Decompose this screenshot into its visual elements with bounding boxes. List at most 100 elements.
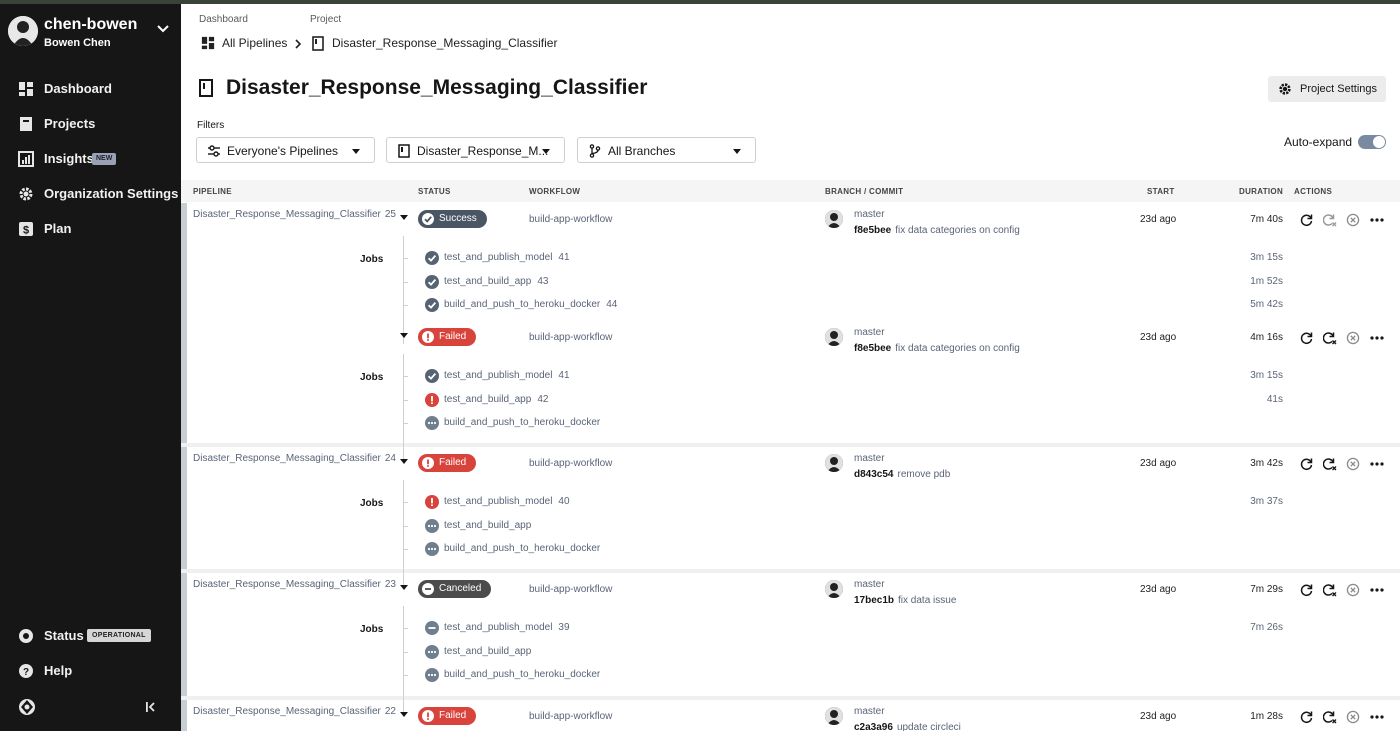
workflow-link[interactable]: build-app-workflow xyxy=(529,458,612,469)
start-time: 23d ago xyxy=(1140,214,1177,225)
branch-name[interactable]: master xyxy=(854,706,885,717)
job-link[interactable]: test_and_publish_model 41 xyxy=(444,370,570,381)
more-icon[interactable] xyxy=(1370,457,1384,471)
top-accent-line xyxy=(0,0,1400,4)
workflow-duration: 7m 29s xyxy=(1250,584,1283,595)
workflow-link[interactable]: build-app-workflow xyxy=(529,214,612,225)
gear-icon xyxy=(1279,83,1291,95)
expand-workflow-toggle[interactable] xyxy=(400,458,408,466)
caret-down-icon xyxy=(733,149,741,154)
commit-info: c2a3a96 update circleci xyxy=(854,722,961,731)
job-link[interactable]: build_and_push_to_heroku_docker xyxy=(444,417,606,428)
job-link[interactable]: test_and_build_app 43 xyxy=(444,276,548,287)
gear-icon xyxy=(19,187,33,201)
job-link[interactable]: test_and_publish_model 40 xyxy=(444,496,570,507)
rerun-failed-icon[interactable] xyxy=(1322,331,1337,345)
more-icon[interactable] xyxy=(1370,331,1384,345)
sidebar-item-status[interactable]: Status OPERATIONAL xyxy=(0,621,181,651)
rerun-failed-icon[interactable] xyxy=(1322,710,1337,724)
rerun-failed-icon[interactable] xyxy=(1322,583,1337,597)
more-icon[interactable] xyxy=(1370,213,1384,227)
job-link[interactable]: test_and_publish_model 41 xyxy=(444,252,570,263)
status-badge[interactable]: Success xyxy=(418,210,487,228)
branch-name[interactable]: master xyxy=(854,327,885,338)
breadcrumb-all-pipelines[interactable]: All Pipelines xyxy=(222,36,287,50)
branch-name[interactable]: master xyxy=(854,579,885,590)
job-link[interactable]: test_and_build_app xyxy=(444,646,537,657)
pipeline-name-link[interactable]: Disaster_Response_Messaging_Classifier 22 xyxy=(193,706,396,718)
breadcrumb-project[interactable]: Disaster_Response_Messaging_Classifier xyxy=(332,36,557,50)
branches-filter-dropdown[interactable]: All Branches xyxy=(577,137,756,163)
expand-workflow-toggle[interactable] xyxy=(400,332,408,340)
job-tree-tick xyxy=(403,423,408,424)
sidebar-item-organization-settings[interactable]: Organization Settings xyxy=(0,179,181,209)
job-link[interactable]: test_and_build_app 42 xyxy=(444,394,548,405)
cancel-icon[interactable] xyxy=(1346,583,1360,597)
sidebar-item-insights[interactable]: Insights NEW xyxy=(0,144,181,174)
job-duration: 3m 15s xyxy=(1250,370,1283,381)
help-icon: ? xyxy=(19,664,33,678)
table-header: PIPELINE STATUS WORKFLOW BRANCH / COMMIT… xyxy=(181,180,1400,202)
status-badge[interactable]: Canceled xyxy=(418,580,492,598)
auto-expand-label: Auto-expand xyxy=(1284,135,1353,149)
collapse-sidebar-icon[interactable] xyxy=(143,700,157,714)
status-badge[interactable]: Failed xyxy=(418,454,477,472)
commit-hash-link[interactable]: c2a3a96 xyxy=(854,722,893,731)
branch-name[interactable]: master xyxy=(854,453,885,464)
job-link[interactable]: build_and_push_to_heroku_docker xyxy=(444,669,606,680)
user-switcher[interactable]: chen-bowen Bowen Chen xyxy=(8,14,178,54)
column-header-pipeline: PIPELINE xyxy=(193,187,232,196)
expand-workflow-toggle[interactable] xyxy=(400,711,408,719)
status-badge[interactable]: Failed xyxy=(418,328,477,346)
rerun-icon[interactable] xyxy=(1300,331,1314,345)
status-badge[interactable]: Failed xyxy=(418,707,477,725)
job-name: test_and_build_app xyxy=(444,645,532,657)
workflow-link[interactable]: build-app-workflow xyxy=(529,332,612,343)
job-link[interactable]: build_and_push_to_heroku_docker xyxy=(444,543,606,554)
rerun-failed-icon[interactable] xyxy=(1322,457,1337,471)
toggle-knob xyxy=(1373,136,1385,148)
sidebar-item-dashboard[interactable]: Dashboard xyxy=(0,74,181,104)
rerun-icon[interactable] xyxy=(1300,583,1314,597)
sidebar-item-help[interactable]: ? Help xyxy=(0,656,181,686)
job-link[interactable]: build_and_push_to_heroku_docker 44 xyxy=(444,299,617,310)
sidebar-item-projects[interactable]: Projects xyxy=(0,109,181,139)
rerun-icon[interactable] xyxy=(1300,213,1314,227)
sidebar-item-plan[interactable]: $ Plan xyxy=(0,214,181,244)
branch-name[interactable]: master xyxy=(854,209,885,220)
pipelines-filter-dropdown[interactable]: Everyone's Pipelines xyxy=(196,137,375,163)
rerun-icon[interactable] xyxy=(1300,457,1314,471)
workflow-link[interactable]: build-app-workflow xyxy=(529,711,612,722)
job-tree-line xyxy=(403,236,404,344)
job-link[interactable]: test_and_build_app xyxy=(444,520,537,531)
jobs-label: Jobs xyxy=(360,498,384,509)
workflow-link[interactable]: build-app-workflow xyxy=(529,584,612,595)
cancel-icon[interactable] xyxy=(1346,213,1360,227)
more-icon[interactable] xyxy=(1370,710,1384,724)
commit-hash-link[interactable]: d843c54 xyxy=(854,469,893,480)
cancel-icon[interactable] xyxy=(1346,457,1360,471)
expand-workflow-toggle[interactable] xyxy=(400,214,408,222)
job-link[interactable]: test_and_publish_model 39 xyxy=(444,622,570,633)
column-header-status: STATUS xyxy=(418,187,451,196)
jobs-label: Jobs xyxy=(360,254,384,265)
pipeline-name-link[interactable]: Disaster_Response_Messaging_Classifier 23 xyxy=(193,579,396,591)
cancel-icon[interactable] xyxy=(1346,331,1360,345)
cancel-icon[interactable] xyxy=(1346,710,1360,724)
pipeline-name-link[interactable]: Disaster_Response_Messaging_Classifier 25 xyxy=(193,209,396,221)
commit-hash-link[interactable]: f8e5bee xyxy=(854,343,891,354)
auto-expand-toggle[interactable] xyxy=(1358,135,1386,149)
more-icon[interactable] xyxy=(1370,583,1384,597)
branch-icon xyxy=(589,144,601,158)
rerun-icon[interactable] xyxy=(1300,710,1314,724)
job-tree-tick xyxy=(403,281,408,283)
commit-hash-link[interactable]: 17bec1b xyxy=(854,595,894,606)
expand-workflow-toggle[interactable] xyxy=(400,584,408,592)
project-filter-dropdown[interactable]: Disaster_Response_M... xyxy=(386,137,565,163)
pipeline-name-link[interactable]: Disaster_Response_Messaging_Classifier 24 xyxy=(193,453,396,465)
job-tree-tick xyxy=(403,399,408,401)
rerun-failed-icon[interactable] xyxy=(1322,213,1337,227)
project-settings-button[interactable]: Project Settings xyxy=(1268,76,1386,102)
commit-hash-link[interactable]: f8e5bee xyxy=(854,225,891,236)
pipeline-name: Disaster_Response_Messaging_Classifier xyxy=(193,579,381,590)
